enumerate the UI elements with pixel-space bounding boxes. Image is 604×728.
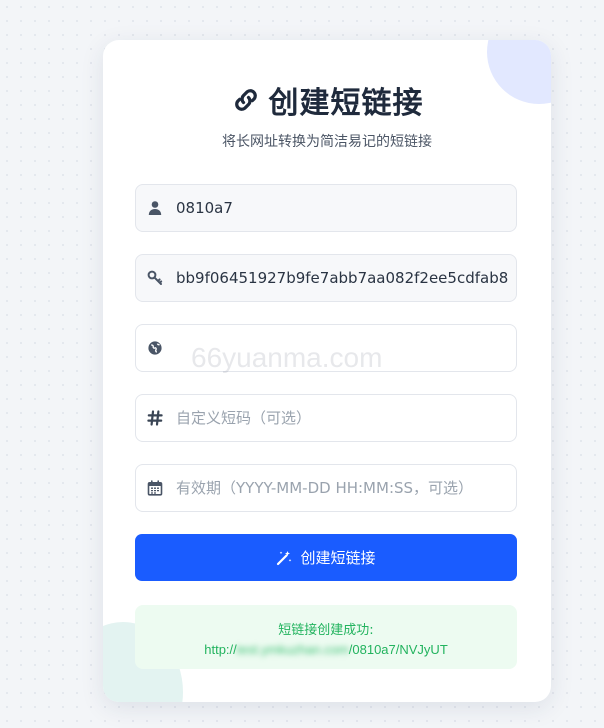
header: 创建短链接 — [103, 78, 551, 122]
long-url-field[interactable] — [135, 324, 517, 372]
user-icon — [148, 201, 162, 215]
success-result-box: 短链接创建成功: http://test.ymkuzhan.com/0810a7… — [135, 605, 517, 669]
custom-code-field[interactable] — [135, 394, 517, 442]
success-message: 短链接创建成功: — [278, 623, 374, 638]
create-short-link-label: 创建短链接 — [300, 549, 376, 567]
expiry-input[interactable] — [176, 479, 516, 497]
create-short-link-card: 创建短链接 将长网址转换为简洁易记的短链接 0810a7 bb9f0645192… — [103, 40, 551, 702]
link-icon — [234, 89, 257, 111]
expiry-field[interactable] — [135, 464, 517, 512]
create-short-link-button[interactable]: 创建短链接 — [135, 534, 517, 581]
globe-icon — [148, 341, 162, 355]
calendar-icon — [147, 480, 163, 496]
custom-code-input[interactable] — [176, 409, 516, 427]
username-input[interactable] — [176, 199, 516, 217]
key-icon — [147, 270, 163, 285]
short-link-domain-blurred: test.ymkuzhan.com — [236, 642, 349, 657]
page-title: 创建短链接 — [268, 86, 424, 121]
short-link-suffix: /0810a7/NVJyUT — [348, 642, 448, 657]
api-key-input[interactable] — [176, 269, 516, 287]
hash-icon — [147, 410, 163, 426]
short-link-prefix: http:// — [204, 642, 237, 657]
magic-wand-icon — [277, 550, 292, 565]
username-field[interactable] — [135, 184, 517, 232]
api-key-field[interactable] — [135, 254, 517, 302]
page-subtitle: 将长网址转换为简洁易记的短链接 — [222, 134, 432, 150]
short-link-result[interactable]: http://test.ymkuzhan.com/0810a7/NVJyUT — [135, 642, 517, 657]
long-url-input[interactable] — [176, 339, 516, 357]
